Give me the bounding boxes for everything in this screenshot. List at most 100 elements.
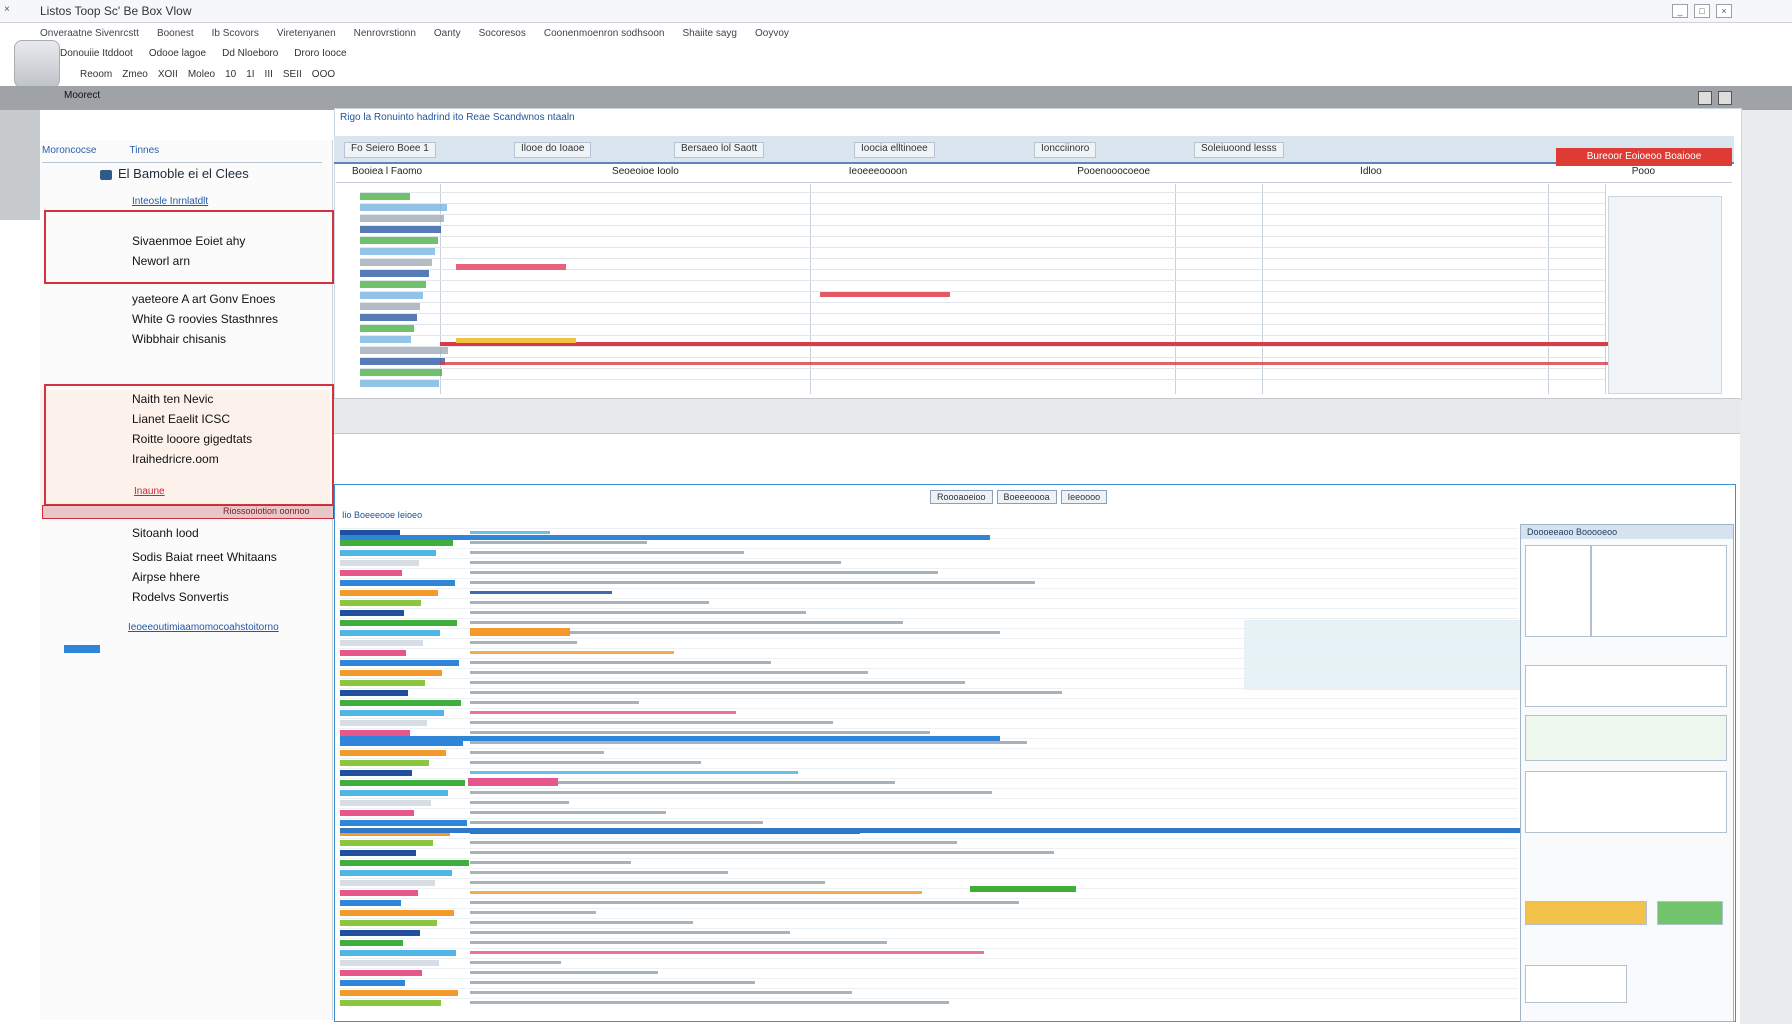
content-tab[interactable]: Ilooe do Ioaoe — [514, 142, 592, 158]
nav-link-top[interactable]: Inteosle Inrnlatdlt — [132, 196, 208, 207]
menu-bar: Onveraatne Sivenrcstt Boonest Ib Scovors… — [40, 24, 1740, 42]
property-box[interactable] — [1525, 965, 1627, 1003]
row-bar — [340, 950, 456, 956]
menu-item[interactable]: Nenrovrstionn — [354, 28, 416, 39]
toolbar-button[interactable]: Reoom — [80, 69, 112, 80]
lower-right-sidepanel: Doooeeaoo Booooeoo — [1520, 524, 1734, 1022]
toolbar-button[interactable]: SEII — [283, 69, 302, 80]
toolbar-button[interactable]: Odooe lagoe — [149, 48, 206, 59]
toolbar-button[interactable]: Zmeo — [122, 69, 148, 80]
menu-item[interactable]: Ooyvoy — [755, 28, 789, 39]
toolbar-button[interactable]: Moleo — [188, 69, 215, 80]
content-tab[interactable]: Soleiuoond lesss — [1194, 142, 1284, 158]
grid-row-line — [338, 858, 1518, 859]
toolbar-button[interactable]: III — [265, 69, 273, 80]
toolbar-button[interactable]: Dd Nloeboro — [222, 48, 278, 59]
settings-icon[interactable] — [1698, 91, 1712, 105]
property-box[interactable] — [1525, 545, 1591, 637]
column-header[interactable]: Ieoeeeoooon — [849, 166, 907, 182]
menu-item[interactable]: Shaiite sayg — [683, 28, 737, 39]
nav-item[interactable]: Sitoanh lood — [132, 526, 199, 540]
nav-item[interactable]: Neworl arn — [132, 254, 190, 268]
refresh-icon[interactable] — [1718, 91, 1732, 105]
menu-item[interactable]: Coonenmoenron sodhsoon — [544, 28, 665, 39]
property-box[interactable] — [1525, 715, 1727, 761]
column-headers: Booiea l Faomo Seoeoioe Ioolo Ieoeeeoooo… — [336, 166, 1732, 183]
toolbar-button[interactable]: Donouiie Itddoot — [60, 48, 133, 59]
grid-row-line — [338, 618, 1518, 619]
row-color-swatch — [360, 204, 447, 211]
row-bar — [340, 540, 453, 546]
toolbar-button[interactable]: Droro Iooce — [294, 48, 346, 59]
grid-row-line — [338, 668, 1518, 669]
content-tab[interactable]: Ioocia elltinoee — [854, 142, 935, 158]
row-bar — [340, 640, 423, 646]
row-color-swatch — [360, 270, 429, 277]
row-text-bar — [470, 721, 833, 724]
scroll-indicator[interactable] — [64, 645, 100, 653]
menu-item[interactable]: Viretenyanen — [277, 28, 336, 39]
row-text-bar — [470, 971, 658, 974]
menu-item[interactable]: Oanty — [434, 28, 461, 39]
nav-item[interactable]: Sodis Baiat rneet Whitaans — [132, 550, 277, 564]
grid-row-line — [338, 818, 1518, 819]
nav-item[interactable]: White G roovies Stasthnres — [132, 312, 278, 326]
row-text-bar — [470, 711, 736, 714]
menu-item[interactable]: Boonest — [157, 28, 194, 39]
menu-item[interactable]: Socoresos — [479, 28, 526, 39]
nav-link-bottom[interactable]: Ieoeeoutimiaamomocoahstoitorno — [128, 622, 279, 633]
panel-splitter[interactable] — [334, 398, 1740, 434]
nav-item[interactable]: Wibbhair chisanis — [132, 332, 226, 346]
lower-toolbar-button[interactable]: Ieeoooo — [1060, 490, 1108, 504]
minimize-button[interactable]: _ — [1672, 4, 1688, 18]
content-tab[interactable]: Bersaeo lol Saott — [674, 142, 765, 158]
row-text-bar — [470, 731, 930, 734]
row-text-bar — [470, 931, 790, 934]
maximize-button[interactable]: □ — [1694, 4, 1710, 18]
toolbar-button[interactable]: 1I — [246, 69, 254, 80]
row-text-bar — [470, 871, 728, 874]
property-box[interactable] — [1591, 545, 1727, 637]
row-text-bar — [470, 791, 992, 794]
content-tab[interactable]: Ioncciinoro — [1034, 142, 1097, 158]
menu-item[interactable]: Ib Scovors — [212, 28, 259, 39]
folder-icon — [100, 169, 112, 180]
grid-row-line — [360, 203, 1605, 204]
row-highlight — [456, 264, 566, 270]
property-box[interactable] — [1525, 665, 1727, 707]
row-text-bar — [470, 661, 771, 664]
row-text-bar — [470, 541, 647, 544]
toolbar-button[interactable]: OOO — [312, 69, 335, 80]
alert-banner[interactable]: Bureoor Eoioeoo Boaiooe — [1556, 148, 1732, 166]
column-header[interactable]: Seoeoioe Ioolo — [612, 166, 679, 182]
nav-item[interactable]: Airpse hhere — [132, 570, 200, 584]
nav-item[interactable]: Sivaenmoe Eoiet ahy — [132, 234, 245, 248]
nav-item[interactable]: yaeteore A art Gonv Enoes — [132, 292, 275, 306]
property-box[interactable] — [1657, 901, 1723, 925]
column-header[interactable]: Booiea l Faomo — [352, 166, 422, 182]
right-gutter — [1740, 110, 1792, 1024]
grid-row-line — [338, 728, 1518, 729]
menu-item[interactable]: Onveraatne Sivenrcstt — [40, 28, 139, 39]
row-text-bar — [470, 911, 596, 914]
column-header[interactable]: Idloo — [1360, 166, 1382, 182]
row-text-bar — [470, 621, 903, 624]
column-header[interactable]: Pooenooocoeoe — [1077, 166, 1150, 182]
tab-times[interactable]: Tinnes — [130, 145, 160, 156]
selected-row[interactable]: Riossooiotion oonnoo — [42, 505, 334, 519]
toolbar-button[interactable]: 10 — [225, 69, 236, 80]
breadcrumb[interactable]: Rigo la Ronuinto hadrind ito Reae Scandw… — [340, 112, 575, 123]
lower-toolbar-button[interactable]: Roooaoeioo — [930, 490, 993, 504]
lower-toolbar-button[interactable]: Boeeeoooa — [996, 490, 1057, 504]
row-bar — [340, 630, 440, 636]
close-button[interactable]: × — [1716, 4, 1732, 18]
column-header[interactable]: Pooo — [1632, 166, 1655, 182]
property-box[interactable] — [1525, 901, 1647, 925]
tab-overview[interactable]: Moroncocse — [42, 145, 96, 156]
toolbar-button[interactable]: XOII — [158, 69, 178, 80]
grid-row-line — [338, 948, 1518, 949]
content-tab[interactable]: Fo Seiero Boee 1 — [344, 142, 436, 158]
property-box[interactable] — [1525, 771, 1727, 833]
window-close-icon[interactable]: × — [4, 4, 10, 15]
nav-item[interactable]: Rodelvs Sonvertis — [132, 590, 229, 604]
